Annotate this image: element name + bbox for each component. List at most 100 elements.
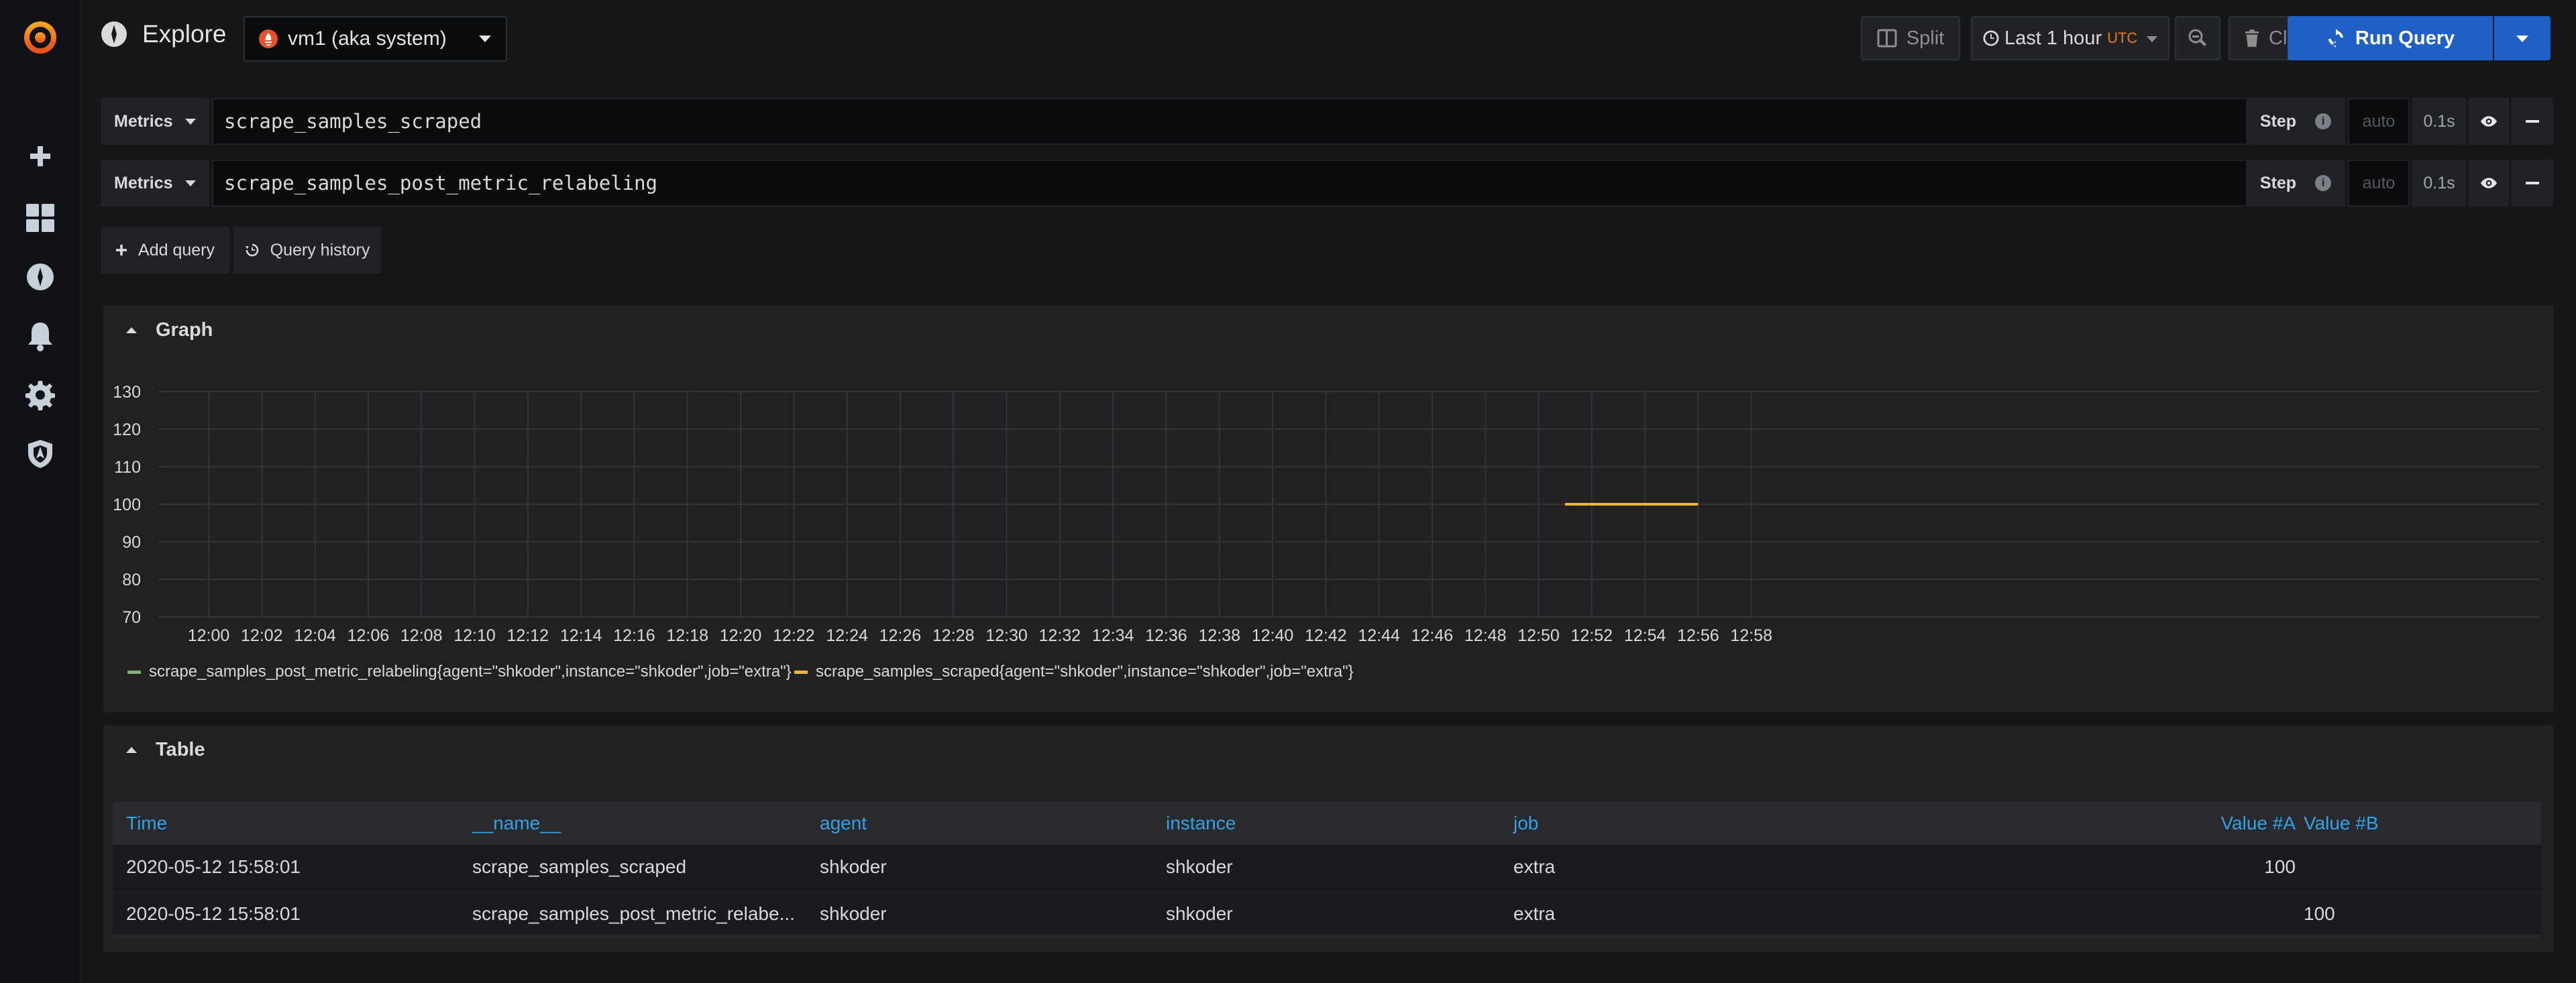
legend-item-post-metric-relabeling[interactable]: scrape_samples_post_metric_relabeling{ag… (127, 662, 792, 681)
x-tick-label: 12:04 (294, 626, 336, 645)
server-admin-shield-icon[interactable] (24, 438, 56, 470)
time-range-label: Last 1 hour (2004, 27, 2102, 49)
legend-item-samples-scraped[interactable]: scrape_samples_scraped{agent="shkoder",i… (794, 662, 1354, 681)
remove-query-button[interactable] (2512, 160, 2553, 207)
query-type-label: Metrics (114, 111, 173, 131)
query-history-label: Query history (270, 240, 370, 259)
x-tick-label: 12:34 (1092, 626, 1134, 645)
query-type-select[interactable]: Metrics (101, 160, 209, 207)
plus-icon[interactable] (24, 140, 56, 172)
run-query-label: Run Query (2355, 27, 2455, 49)
query-history-button[interactable]: Query history (233, 227, 381, 274)
x-tick-label: 12:58 (1730, 626, 1772, 645)
y-tick-label: 80 (122, 571, 141, 589)
explore-compass-icon[interactable] (24, 261, 56, 293)
table-cell: shkoder (820, 856, 887, 877)
table-cell: extra (1513, 903, 1556, 924)
run-query-button[interactable]: Run Query (2288, 16, 2493, 60)
query-row-a: Metrics scrape_samples_scraped Step i au… (101, 98, 2553, 145)
split-label: Split (1906, 27, 1945, 49)
table-header-row: Time __name__ agent instance job Value #… (113, 802, 2541, 845)
run-query-dropdown[interactable] (2494, 16, 2551, 60)
x-tick-label: 12:02 (241, 626, 283, 645)
time-range-picker[interactable]: Last 1 hour UTC (1971, 16, 2169, 60)
table-cell: 100 (2304, 903, 2335, 924)
legend-swatch (127, 670, 141, 674)
query-expression-text: scrape_samples_scraped (224, 110, 482, 133)
y-tick-label: 120 (113, 420, 141, 439)
x-tick-label: 12:56 (1677, 626, 1719, 645)
query-expression-input[interactable]: scrape_samples_post_metric_relabeling (212, 160, 2344, 207)
query-type-label: Metrics (114, 173, 173, 192)
x-tick-label: 12:28 (932, 626, 975, 645)
step-label: Step (2259, 173, 2297, 192)
datasource-picker[interactable]: vm1 (aka system) (244, 16, 507, 62)
sidebar (0, 0, 80, 983)
query-row-b: Metrics scrape_samples_post_metric_relab… (101, 160, 2553, 207)
dashboards-icon[interactable] (24, 202, 56, 234)
plus-icon (115, 244, 127, 256)
split-button[interactable]: Split (1861, 16, 1960, 60)
x-tick-label: 12:32 (1039, 626, 1081, 645)
chevron-down-icon (479, 36, 491, 42)
refresh-icon (2328, 29, 2343, 48)
table-cell: shkoder (1166, 856, 1233, 877)
grafana-logo-icon[interactable] (21, 19, 59, 56)
query-type-select[interactable]: Metrics (101, 98, 209, 145)
chevron-down-icon (184, 118, 196, 125)
x-tick-label: 12:12 (507, 626, 549, 645)
x-tick-label: 12:14 (560, 626, 602, 645)
table-cell: scrape_samples_scraped (472, 856, 687, 877)
x-tick-label: 12:38 (1198, 626, 1240, 645)
resolution-value: 0.1s (2412, 98, 2466, 145)
x-tick-label: 12:20 (720, 626, 762, 645)
column-header[interactable]: Value #B (2206, 802, 2436, 845)
x-tick-label: 12:26 (879, 626, 922, 645)
table-cell: 2020-05-12 15:58:01 (126, 856, 301, 877)
y-tick-label: 70 (122, 608, 141, 627)
chevron-down-icon (184, 180, 196, 186)
table-cell: scrape_samples_post_metric_relabe... (472, 903, 795, 924)
page-title-text: Explore (142, 20, 227, 48)
explore-compass-icon (101, 21, 127, 47)
info-icon[interactable]: i (2315, 175, 2332, 191)
column-header[interactable]: job (1513, 802, 1538, 845)
toggle-visibility-button[interactable] (2469, 98, 2509, 145)
column-header[interactable]: __name__ (472, 802, 561, 845)
add-query-label: Add query (138, 240, 215, 259)
eye-icon (2480, 178, 2498, 188)
query-expression-text: scrape_samples_post_metric_relabeling (224, 172, 658, 194)
column-header[interactable]: Time (126, 802, 167, 845)
remove-query-button[interactable] (2512, 98, 2553, 145)
settings-gear-icon[interactable] (24, 379, 56, 411)
step-label-group: Step i (2246, 160, 2345, 207)
alerting-bell-icon[interactable] (24, 320, 56, 352)
x-tick-label: 12:16 (613, 626, 655, 645)
x-tick-label: 12:08 (400, 626, 443, 645)
step-input[interactable]: auto (2348, 160, 2410, 207)
step-input[interactable]: auto (2348, 98, 2410, 145)
query-expression-input[interactable]: scrape_samples_scraped (212, 98, 2344, 145)
x-tick-label: 12:54 (1624, 626, 1666, 645)
zoom-out-button[interactable] (2175, 16, 2220, 60)
x-tick-label: 12:52 (1571, 626, 1613, 645)
legend-label: scrape_samples_scraped{agent="shkoder",i… (816, 662, 1354, 681)
line-chart[interactable]: 130 120 110 100 90 80 70 12:00 12:02 12:04 12:06 12… (103, 306, 2553, 712)
add-query-button[interactable]: Add query (101, 227, 229, 274)
time-zone-label: UTC (2107, 30, 2138, 46)
table-panel-header[interactable]: Table (126, 739, 205, 761)
table-cell: 2020-05-12 15:58:01 (126, 903, 301, 924)
column-header[interactable]: instance (1166, 802, 1236, 845)
prometheus-datasource-icon (259, 30, 278, 48)
column-header[interactable]: agent (820, 802, 867, 845)
table-cell (2206, 845, 2436, 888)
y-tick-label: 100 (113, 496, 141, 514)
resolution-value: 0.1s (2412, 160, 2466, 207)
toggle-visibility-button[interactable] (2469, 160, 2509, 207)
y-tick-label: 130 (113, 383, 141, 402)
info-icon[interactable]: i (2315, 113, 2332, 129)
trash-icon (2245, 30, 2259, 47)
x-tick-label: 12:40 (1252, 626, 1294, 645)
table-panel-title: Table (156, 739, 205, 760)
top-navbar: Explore vm1 (aka system) Split Last 1 ho… (80, 0, 2576, 78)
